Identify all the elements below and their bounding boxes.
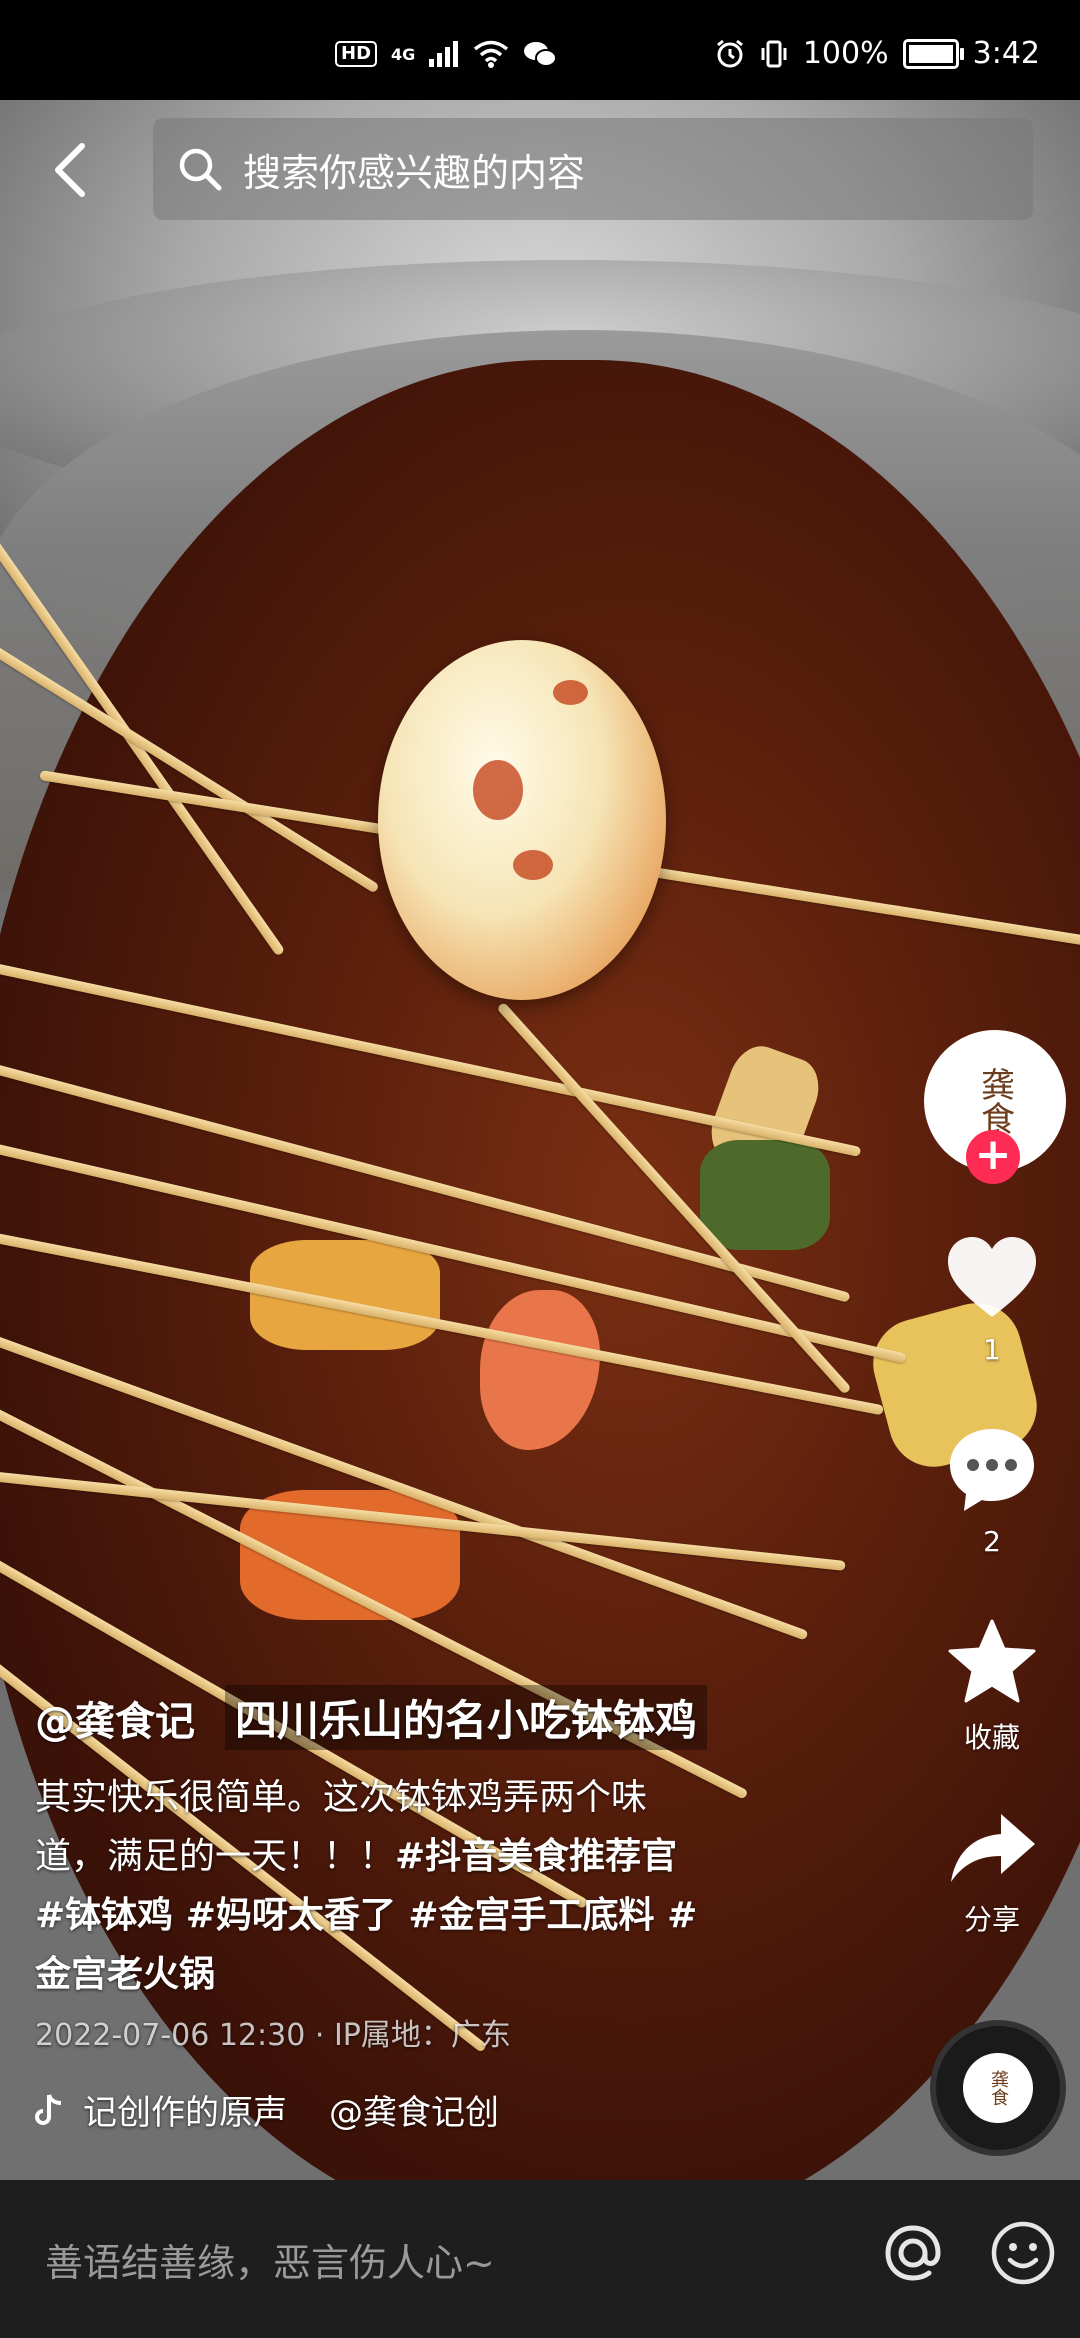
desc-line: 其实快乐很简单。这次钵钵鸡弄两个味: [35, 1777, 648, 1818]
favorite-label: 收藏: [963, 1721, 1020, 1754]
hashtag-line[interactable]: 金宫老火锅: [35, 1945, 855, 2004]
back-button[interactable]: [40, 130, 100, 210]
emoji-icon[interactable]: [990, 2220, 1056, 2286]
wechat-icon: [524, 42, 558, 67]
hashtag-line[interactable]: #钵钵鸡 #妈呀太香了 #金宫手工底料 #: [35, 1886, 855, 1945]
sound-author: @龚食记创: [329, 2093, 499, 2133]
like-button[interactable]: 1: [924, 1235, 1060, 1366]
heart-icon: [948, 1237, 1036, 1317]
status-left: HD 4G: [335, 40, 558, 68]
battery-icon: [902, 38, 964, 69]
status-bar: HD 4G 100% 3:42: [0, 0, 1080, 100]
music-disc[interactable]: 龚食: [930, 2020, 1066, 2156]
favorite-button[interactable]: 收藏: [924, 1618, 1060, 1756]
at-icon[interactable]: [878, 2218, 948, 2288]
star-icon: [948, 1619, 1036, 1703]
desc-text: 道，满足的一天！！！: [35, 1836, 396, 1877]
share-icon: [951, 1814, 1035, 1882]
video-description: 其实快乐很简单。这次钵钵鸡弄两个味 道，满足的一天！！！#抖音美食推荐官 #钵钵…: [35, 1768, 855, 2004]
disc-avatar: 龚食: [963, 2053, 1033, 2123]
search-icon: [179, 148, 222, 191]
wifi-icon: [474, 40, 509, 68]
back-arrow-icon: [55, 143, 85, 197]
like-count: 1: [983, 1333, 1001, 1366]
video-caption: @龚食记 四川乐山的名小吃钵钵鸡 其实快乐很简单。这次钵钵鸡弄两个味 道，满足的…: [35, 1685, 855, 2054]
battery-percent: 100%: [802, 36, 889, 71]
sound-title: 记创作的原声: [83, 2093, 287, 2133]
disc-avatar-text: 龚食: [988, 2070, 1009, 2106]
avatar-text: 龚食: [974, 1067, 1015, 1135]
status-right: 100% 3:42: [715, 36, 1040, 71]
comment-bar[interactable]: 善语结善缘，恶言伤人心~: [0, 2180, 1080, 2338]
battery-fill: [908, 44, 953, 63]
comment-input-hint[interactable]: 善语结善缘，恶言伤人心~: [45, 2232, 495, 2287]
video-title: 四川乐山的名小吃钵钵鸡: [225, 1685, 708, 1750]
search-input[interactable]: 搜索你感兴趣的内容: [153, 118, 1033, 220]
comment-icon: [950, 1429, 1034, 1511]
desc-line: 道，满足的一天！！！#抖音美食推荐官: [35, 1827, 855, 1886]
hashtag[interactable]: #抖音美食推荐官: [395, 1836, 677, 1877]
author-name[interactable]: @龚食记: [35, 1689, 195, 1747]
vibrate-icon: [761, 40, 787, 67]
author-row: @龚食记 四川乐山的名小吃钵钵鸡: [35, 1685, 855, 1750]
comment-button[interactable]: 2: [924, 1425, 1060, 1558]
quail-egg: [378, 640, 666, 1000]
alarm-icon: [716, 39, 743, 67]
music-row[interactable]: 记创作的原声 @龚食记创: [35, 2085, 499, 2134]
comment-count: 2: [983, 1525, 1001, 1558]
share-label: 分享: [963, 1903, 1020, 1936]
green-vegetable: [700, 1140, 830, 1250]
search-placeholder: 搜索你感兴趣的内容: [243, 150, 586, 195]
tiktok-note-icon: [35, 2093, 62, 2125]
network-label: 4G: [391, 44, 416, 64]
share-button[interactable]: 分享: [924, 1810, 1060, 1938]
signal-icon: [429, 41, 459, 67]
follow-button[interactable]: +: [966, 1130, 1020, 1184]
clock: 3:42: [972, 36, 1040, 71]
post-meta: 2022-07-06 12:30 · IP属地：广东: [35, 2018, 511, 2053]
hd-badge: HD: [335, 41, 378, 67]
